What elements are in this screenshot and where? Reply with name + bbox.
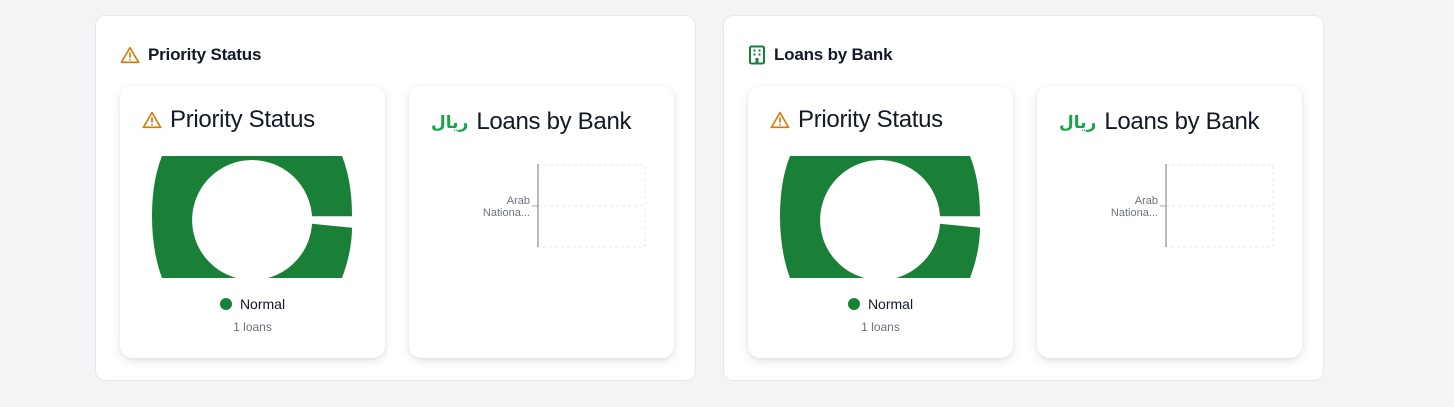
riyal-currency-icon: ريال: [431, 112, 469, 132]
card-title: Priority Status: [170, 106, 315, 133]
priority-status-card: Priority Status Normal 1 loans: [748, 86, 1013, 358]
loans-by-bank-chart: Arab Nationa...: [1111, 164, 1274, 248]
priority-donut-chart: [780, 156, 980, 278]
legend-dot: [219, 298, 232, 310]
panel-title: Loans by Bank: [774, 45, 893, 64]
priority-status-panel: Priority Status Priority Status Normal 1…: [95, 15, 696, 381]
legend-item-normal[interactable]: Normal: [748, 296, 1013, 312]
legend-label: Normal: [239, 296, 286, 312]
bank-tick-label: Nationa...: [1111, 207, 1158, 219]
legend-dot: [847, 298, 860, 310]
loans-by-bank-chart: Arab Nationa...: [483, 164, 646, 248]
warning-triangle-icon: [770, 111, 790, 129]
legend-count: 1 loans: [861, 320, 900, 334]
warning-triangle-icon: [142, 111, 162, 129]
panel-header: Loans by Bank: [748, 44, 893, 66]
legend-item-normal[interactable]: Normal: [120, 296, 385, 312]
loans-by-bank-card: ريال Loans by Bank Arab Nationa...: [1037, 86, 1302, 358]
card-header: Priority Status: [770, 106, 943, 134]
card-title: Priority Status: [798, 106, 943, 133]
panel-title: Priority Status: [148, 45, 262, 64]
bank-tick-label: Arab: [507, 195, 530, 207]
card-title: Loans by Bank: [1104, 108, 1260, 135]
loans-by-bank-card: ريال Loans by Bank Arab Nationa...: [409, 86, 674, 358]
warning-triangle-icon: [120, 46, 140, 64]
priority-status-card: Priority Status Normal 1 loans: [120, 86, 385, 358]
donut-slice-normal[interactable]: [780, 156, 980, 278]
bank-tick-label: Nationa...: [483, 207, 530, 219]
donut-slice-normal[interactable]: [152, 156, 352, 278]
legend-count: 1 loans: [233, 320, 272, 334]
building-icon: [749, 45, 765, 65]
card-header: ريال Loans by Bank: [1059, 108, 1260, 136]
loans-by-bank-panel: Loans by Bank Priority Status Normal 1 l…: [723, 15, 1324, 381]
card-header: Priority Status: [142, 106, 315, 134]
bank-tick-label: Arab: [1135, 195, 1158, 207]
priority-donut-chart: [152, 156, 352, 278]
legend-label: Normal: [867, 296, 914, 312]
riyal-currency-icon: ريال: [1059, 112, 1097, 132]
card-header: ريال Loans by Bank: [431, 108, 632, 136]
panel-header: Priority Status: [120, 44, 261, 66]
card-title: Loans by Bank: [476, 108, 632, 135]
